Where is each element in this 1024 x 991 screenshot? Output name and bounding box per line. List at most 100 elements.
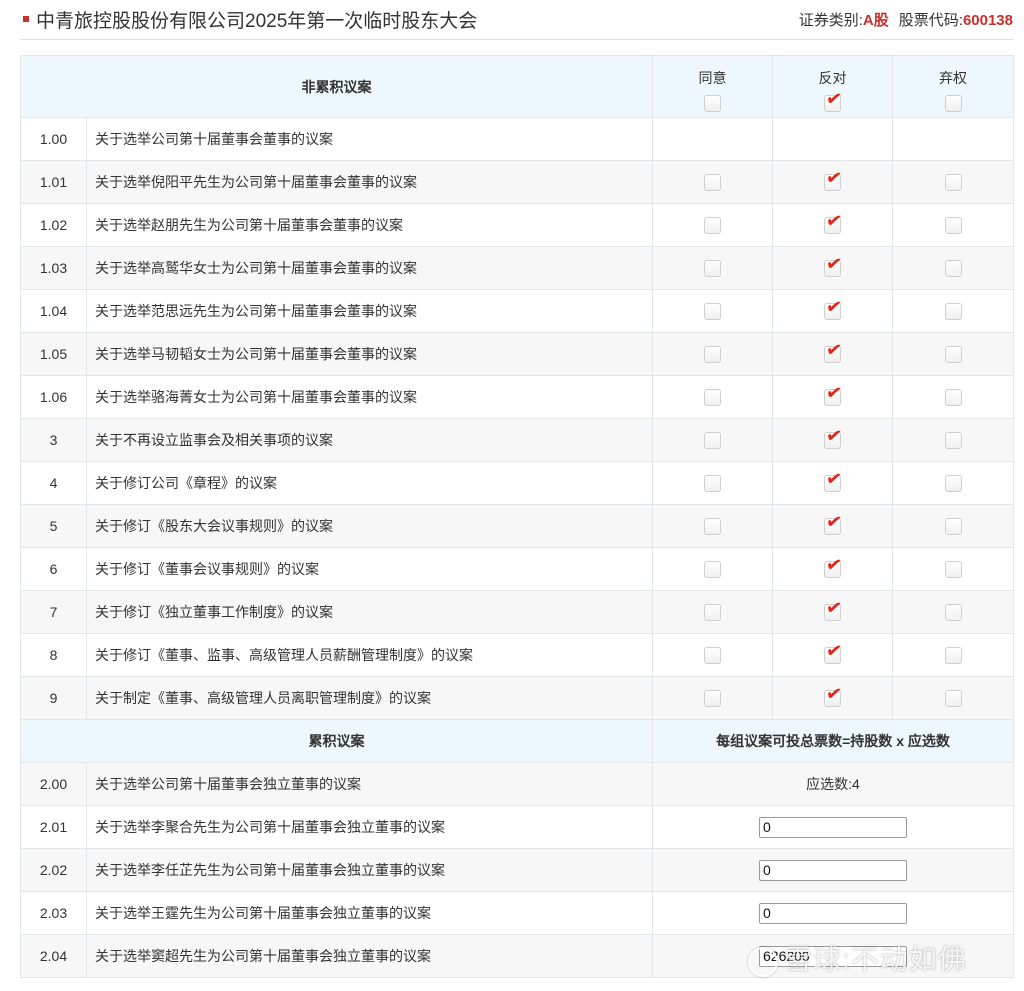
motion-name: 关于修订《独立董事工作制度》的议案 bbox=[86, 590, 653, 634]
select-all-agree-checkbox[interactable] bbox=[704, 94, 721, 112]
abstain-checkbox[interactable] bbox=[944, 517, 962, 535]
abstain-checkbox[interactable] bbox=[944, 259, 962, 277]
abstain-checkbox[interactable] bbox=[944, 216, 962, 234]
seats-to-elect: 应选数:4 bbox=[806, 776, 860, 792]
motion-name: 关于修订《董事、监事、高级管理人员薪酬管理制度》的议案 bbox=[86, 633, 653, 677]
abstain-checkbox[interactable] bbox=[944, 474, 962, 492]
option-cell-against: ✔ bbox=[772, 289, 893, 333]
option-cell-agree bbox=[652, 418, 773, 462]
against-checkbox[interactable]: ✔ bbox=[824, 467, 843, 492]
abstain-checkbox[interactable] bbox=[944, 431, 962, 449]
stock-code-value: 600138 bbox=[962, 12, 1013, 29]
abstain-checkbox[interactable] bbox=[944, 302, 962, 320]
motion-name: 关于修订公司《章程》的议案 bbox=[86, 461, 653, 505]
against-checkbox[interactable]: ✔ bbox=[824, 510, 843, 535]
abstain-checkbox[interactable] bbox=[944, 388, 962, 406]
abstain-checkbox[interactable] bbox=[944, 560, 962, 578]
against-checkbox[interactable]: ✔ bbox=[824, 424, 843, 449]
checkmark-icon: ✔ bbox=[824, 86, 844, 111]
option-cell-abstain bbox=[892, 676, 1014, 720]
watermark: 雪球:不动如佛 bbox=[748, 938, 967, 978]
agree-checkbox[interactable] bbox=[704, 431, 721, 449]
select-all-abstain-checkbox[interactable] bbox=[944, 94, 962, 112]
stock-code-label: 股票代码: bbox=[898, 12, 963, 29]
vote-count-input[interactable] bbox=[759, 816, 907, 838]
against-checkbox[interactable]: ✔ bbox=[824, 596, 843, 621]
motion-row: 9 关于制定《董事、高级管理人员离职管理制度》的议案 ✔ bbox=[20, 676, 1014, 720]
against-checkbox[interactable]: ✔ bbox=[824, 209, 843, 234]
option-cell-against: ✔ bbox=[772, 547, 893, 591]
against-checkbox[interactable]: ✔ bbox=[824, 682, 843, 707]
against-checkbox[interactable]: ✔ bbox=[824, 295, 843, 320]
vote-count-input[interactable] bbox=[759, 902, 907, 924]
option-cell-abstain bbox=[892, 633, 1014, 677]
agree-checkbox[interactable] bbox=[704, 216, 721, 234]
motion-name: 关于选举赵朋先生为公司第十届董事会董事的议案 bbox=[86, 203, 653, 247]
security-meta: 证券类别:A股 股票代码:600138 bbox=[799, 9, 1013, 30]
agree-checkbox[interactable] bbox=[704, 689, 721, 707]
option-cell-agree bbox=[652, 590, 773, 634]
option-cell-agree bbox=[652, 332, 773, 376]
option-cell-agree bbox=[652, 117, 773, 161]
checkmark-icon: ✔ bbox=[824, 165, 844, 190]
agree-checkbox[interactable] bbox=[704, 173, 721, 191]
option-cell-against: ✔ bbox=[772, 418, 893, 462]
checkmark-icon: ✔ bbox=[824, 509, 844, 534]
meeting-title: 中青旅控股股份有限公司2025年第一次临时股东大会 bbox=[36, 11, 478, 32]
option-cell-agree bbox=[652, 203, 773, 247]
against-checkbox[interactable]: ✔ bbox=[824, 553, 843, 578]
motion-row: 5 关于修订《股东大会议事规则》的议案 ✔ bbox=[20, 504, 1014, 548]
against-checkbox[interactable]: ✔ bbox=[824, 639, 843, 664]
agree-checkbox[interactable] bbox=[704, 388, 721, 406]
option-cell-abstain bbox=[892, 504, 1014, 548]
option-against-header: 反对 ✔ bbox=[772, 55, 893, 118]
agree-checkbox[interactable] bbox=[704, 517, 721, 535]
cumulative-motion-row: 2.00 关于选举公司第十届董事会独立董事的议案 应选数:4 bbox=[20, 762, 1014, 806]
motion-name: 关于选举李任芷先生为公司第十届董事会独立董事的议案 bbox=[86, 848, 653, 892]
motion-number: 9 bbox=[20, 676, 87, 720]
agree-checkbox[interactable] bbox=[704, 646, 721, 664]
motion-name: 关于选举公司第十届董事会董事的议案 bbox=[86, 117, 653, 161]
cumulative-header: 累积议案 bbox=[20, 719, 653, 763]
option-cell-agree bbox=[652, 504, 773, 548]
against-checkbox[interactable]: ✔ bbox=[824, 381, 843, 406]
watermark-text: 雪球:不动如佛 bbox=[784, 944, 967, 975]
abstain-checkbox[interactable] bbox=[944, 646, 962, 664]
abstain-checkbox[interactable] bbox=[944, 173, 962, 191]
against-checkbox[interactable]: ✔ bbox=[824, 252, 843, 277]
motion-row: 4 关于修订公司《章程》的议案 ✔ bbox=[20, 461, 1014, 505]
option-cell-against: ✔ bbox=[772, 332, 893, 376]
abstain-checkbox[interactable] bbox=[944, 689, 962, 707]
select-all-against-checkbox[interactable]: ✔ bbox=[824, 87, 843, 112]
agree-checkbox[interactable] bbox=[704, 259, 721, 277]
security-type-value: A股 bbox=[862, 12, 889, 29]
option-cell-against: ✔ bbox=[772, 504, 893, 548]
against-checkbox[interactable]: ✔ bbox=[824, 338, 843, 363]
option-abstain-label: 弃权 bbox=[939, 70, 967, 86]
abstain-checkbox[interactable] bbox=[944, 345, 962, 363]
vote-count-input[interactable] bbox=[759, 859, 907, 881]
agree-checkbox[interactable] bbox=[704, 302, 721, 320]
option-cell-against: ✔ bbox=[772, 676, 893, 720]
motion-number: 1.04 bbox=[20, 289, 87, 333]
motion-row: 1.04 关于选举范思远先生为公司第十届董事会董事的议案 ✔ bbox=[20, 289, 1014, 333]
option-cell-abstain bbox=[892, 547, 1014, 591]
vote-count-cell bbox=[652, 891, 1014, 935]
agree-checkbox[interactable] bbox=[704, 603, 721, 621]
title-bullet bbox=[23, 16, 29, 22]
motion-name: 关于选举公司第十届董事会独立董事的议案 bbox=[86, 762, 653, 806]
motion-name: 关于选举范思远先生为公司第十届董事会董事的议案 bbox=[86, 289, 653, 333]
agree-checkbox[interactable] bbox=[704, 560, 721, 578]
cumulative-motion-row: 2.03 关于选举王霆先生为公司第十届董事会独立董事的议案 bbox=[20, 891, 1014, 935]
checkmark-icon: ✔ bbox=[824, 380, 844, 405]
motion-name: 关于制定《董事、高级管理人员离职管理制度》的议案 bbox=[86, 676, 653, 720]
agree-checkbox[interactable] bbox=[704, 345, 721, 363]
against-checkbox[interactable]: ✔ bbox=[824, 166, 843, 191]
agree-checkbox[interactable] bbox=[704, 474, 721, 492]
checkmark-icon: ✔ bbox=[824, 294, 844, 319]
checkmark-icon: ✔ bbox=[824, 595, 844, 620]
voting-table: 非累积议案 同意 反对 ✔ 弃权 1.00 关于选举公司第十届董事会董事的议案 1.… bbox=[20, 55, 1014, 978]
abstain-checkbox[interactable] bbox=[944, 603, 962, 621]
security-type-label: 证券类别: bbox=[798, 12, 863, 29]
cumulative-motion-row: 2.02 关于选举李任芷先生为公司第十届董事会独立董事的议案 bbox=[20, 848, 1014, 892]
